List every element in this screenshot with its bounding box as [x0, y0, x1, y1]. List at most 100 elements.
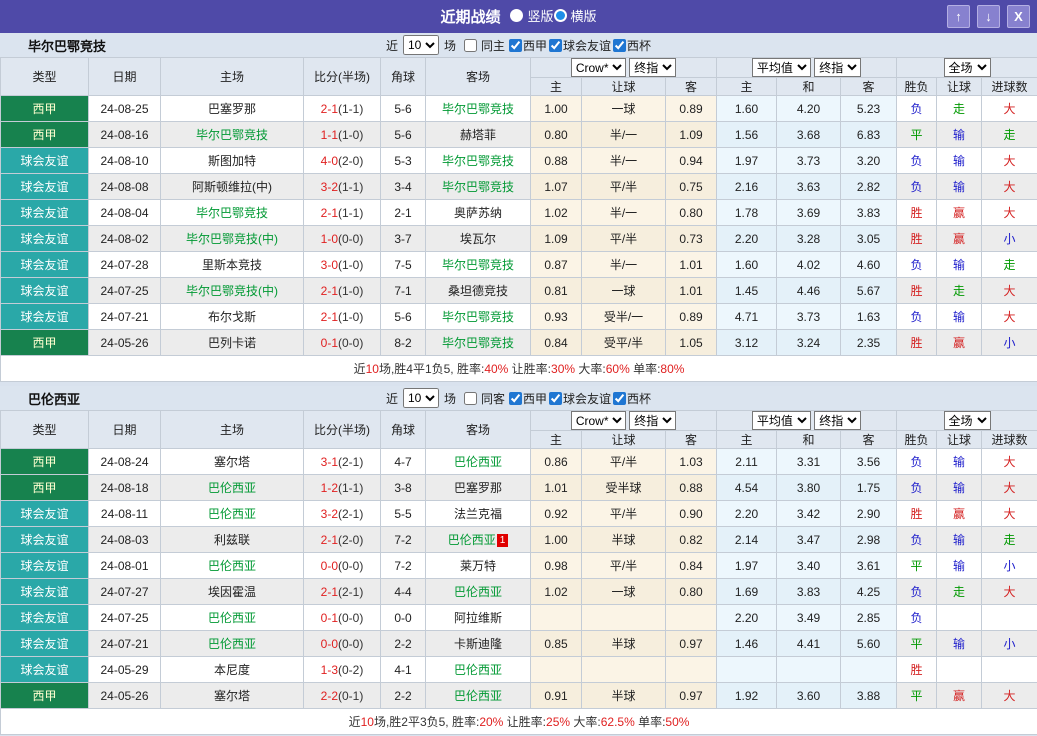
league-filter-1[interactable]: 球会友谊	[549, 390, 611, 407]
summary-text: 62.5%	[600, 715, 635, 729]
avg-odds-header: 平均值 终指	[716, 57, 898, 78]
avg-draw-odds: 3.31	[776, 448, 842, 475]
scope-select[interactable]: 全场	[943, 58, 991, 77]
odds-source-select[interactable]: Crow*	[570, 411, 626, 430]
full-time-score: 2-1	[320, 309, 338, 324]
same-venue-checkbox[interactable]	[463, 391, 477, 405]
league-checkbox[interactable]	[509, 391, 522, 405]
league-type-badge: 西甲	[0, 329, 89, 356]
handicap-home-odds: 0.85	[530, 630, 582, 657]
same-venue-filter[interactable]: 同客	[463, 390, 505, 407]
avg-time-select[interactable]: 终指	[814, 58, 862, 77]
handicap-line: 平/半	[581, 225, 666, 252]
handicap-home-odds: 0.92	[530, 500, 582, 527]
match-row: 球会友谊 24-08-01 巴伦西亚 0-0(0-0) 7-2 莱万特 0.98 平/半 0.8…	[0, 552, 1037, 579]
match-row: 球会友谊 24-08-03 利兹联 2-1(2-0) 7-2 巴伦西亚 1 1.00 半球 0.8…	[0, 526, 1037, 553]
league-checkbox[interactable]	[509, 38, 522, 52]
league-checkbox[interactable]	[613, 38, 627, 52]
odds-source-select[interactable]: Crow*	[570, 58, 626, 77]
avg-draw-odds: 3.47	[776, 526, 842, 553]
odds-time-select[interactable]: 终指	[629, 411, 677, 430]
match-row: 球会友谊 24-07-21 布尔戈斯 2-1(1-0) 5-6 毕尔巴鄂竞技 0.93 受半/…	[0, 303, 1037, 330]
summary-text: 大率:	[575, 362, 606, 376]
col-header: 客场	[425, 57, 531, 96]
goals-result-cell: 大	[981, 500, 1037, 527]
sub-col-header: 客	[840, 77, 898, 96]
league-filter-2[interactable]: 西杯	[613, 390, 651, 407]
avg-time-select[interactable]: 终指	[814, 411, 862, 430]
score-cell: 1-1(1-0)	[303, 121, 381, 148]
summary-text: 近	[353, 362, 366, 376]
match-row: 球会友谊 24-08-10 斯图加特 4-0(2-0) 5-3 毕尔巴鄂竞技 0.88 半/一…	[0, 147, 1037, 174]
full-time-score: 2-1	[320, 584, 338, 599]
match-date: 24-08-24	[88, 448, 161, 475]
home-team: 巴塞罗那	[207, 102, 256, 116]
match-date: 24-08-02	[88, 225, 161, 252]
move-up-button[interactable]: ↑	[947, 5, 970, 28]
corner-cell: 7-5	[380, 251, 426, 278]
same-venue-filter[interactable]: 同主	[463, 37, 505, 54]
home-team-cell: 利兹联	[160, 526, 304, 553]
titlebar-buttons: ↑ ↓ X	[947, 5, 1030, 28]
games-label: 场	[443, 38, 456, 53]
handicap-line: 平/半	[581, 173, 666, 200]
layout-radio-1[interactable]: 横版	[553, 6, 597, 25]
league-checkbox[interactable]	[549, 391, 563, 405]
away-team: 毕尔巴鄂竞技	[441, 102, 514, 116]
home-team: 毕尔巴鄂竞技(中)	[186, 232, 278, 246]
goals-result-cell: 小	[981, 329, 1037, 356]
full-time-score: 3-0	[320, 257, 338, 272]
col-header: 角球	[380, 410, 426, 449]
result-cell: 负	[896, 448, 938, 475]
scope-select[interactable]: 全场	[943, 411, 991, 430]
league-checkbox[interactable]	[549, 38, 563, 52]
avg-draw-odds: 3.80	[776, 474, 842, 501]
match-count-select[interactable]: 10	[402, 35, 439, 55]
move-down-button[interactable]: ↓	[977, 5, 1000, 28]
section-header: 巴伦西亚 近 10 场 同客 西甲 球会友谊 西杯	[0, 386, 1037, 410]
league-filter-0[interactable]: 西甲	[509, 37, 547, 54]
handicap-result-cell: 赢	[936, 199, 983, 226]
odds-source-header: Crow* 终指	[529, 57, 718, 78]
result-cell: 负	[896, 147, 938, 174]
score-cell: 2-2(0-1)	[303, 682, 381, 709]
away-team: 巴伦西亚	[453, 585, 502, 599]
avg-home-odds: 1.78	[716, 199, 778, 226]
avg-source-select[interactable]: 平均值	[751, 411, 811, 430]
avg-draw-odds: 3.40	[776, 552, 842, 579]
league-checkbox[interactable]	[613, 391, 627, 405]
match-date: 24-08-18	[88, 474, 161, 501]
score-cell: 4-0(2-0)	[303, 147, 381, 174]
away-team-cell: 卡斯迪隆	[425, 630, 531, 657]
avg-source-select[interactable]: 平均值	[751, 58, 811, 77]
home-team-cell: 巴列卡诺	[160, 329, 304, 356]
match-date: 24-07-28	[88, 251, 161, 278]
corner-cell: 7-2	[380, 552, 426, 579]
away-team-cell: 法兰克福	[425, 500, 531, 527]
match-count-select[interactable]: 10	[402, 388, 439, 408]
league-type-badge: 球会友谊	[0, 277, 89, 304]
match-date: 24-08-11	[88, 500, 161, 527]
handicap-home-odds: 0.98	[530, 552, 582, 579]
close-button[interactable]: X	[1007, 5, 1030, 28]
layout-radio-0[interactable]: 竖版	[510, 6, 554, 25]
handicap-result-cell: 输	[936, 474, 983, 501]
table-body: 西甲 24-08-25 巴塞罗那 2-1(1-1) 5-6 毕尔巴鄂竞技 1.00 一球 0.8…	[0, 95, 1037, 382]
home-team: 布尔戈斯	[207, 310, 256, 324]
corner-cell: 3-7	[380, 225, 426, 252]
near-label: 近	[385, 38, 398, 53]
league-type-badge: 球会友谊	[0, 303, 89, 330]
away-team-cell: 巴伦西亚	[425, 656, 531, 683]
avg-away-odds: 3.61	[840, 552, 898, 579]
goals-result-cell: 大	[981, 147, 1037, 174]
same-venue-checkbox[interactable]	[463, 38, 477, 52]
handicap-line: 平/半	[581, 500, 666, 527]
league-filter-2[interactable]: 西杯	[613, 37, 651, 54]
handicap-home-odds: 1.00	[530, 95, 582, 122]
odds-time-select[interactable]: 终指	[629, 58, 677, 77]
league-filter-0[interactable]: 西甲	[509, 390, 547, 407]
away-team: 巴伦西亚	[453, 455, 502, 469]
score-cell: 2-1(1-1)	[303, 199, 381, 226]
league-filter-1[interactable]: 球会友谊	[549, 37, 611, 54]
half-time-score: (1-0)	[338, 127, 364, 142]
